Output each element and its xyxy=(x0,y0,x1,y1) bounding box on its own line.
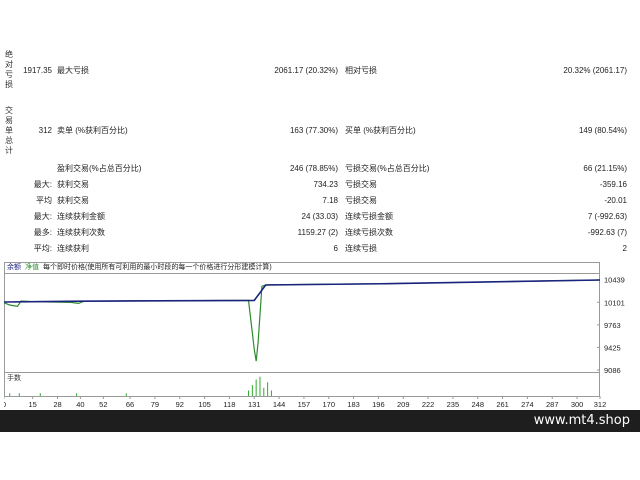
largest-label: 最大: xyxy=(33,180,52,189)
x-tick-label: 118 xyxy=(223,400,235,409)
avg-consec-losses-label: 连续亏损 xyxy=(345,244,377,253)
rel-drawdown-value: 20.32% (2061.17) xyxy=(563,66,627,75)
drawdown-group-label: 绝 对 亏 损 xyxy=(4,50,14,90)
max-consec-wins-value: 24 (33.03) xyxy=(301,212,338,221)
max-consec-wins-label: 连续获利金额 xyxy=(57,212,105,221)
x-tick-label: 28 xyxy=(53,400,61,409)
x-tick-label: 131 xyxy=(248,400,261,409)
max-drawdown-value: 2061.17 (20.32%) xyxy=(274,66,338,75)
max-consec-losses-value: 7 (-992.63) xyxy=(587,212,627,221)
trades-group-label: 交 易 单 总 计 xyxy=(4,106,14,156)
drawdown-label-char: 损 xyxy=(5,80,13,89)
avg-consec-losses-value: 2 xyxy=(622,244,627,253)
footer-bar: www.mt4.shop xyxy=(0,410,640,432)
watermark-brand: www.mt4.shop xyxy=(533,413,630,428)
y-tick-label: 10439 xyxy=(604,276,625,285)
largest-loss-value: -359.16 xyxy=(599,180,627,189)
average-loss-value: -20.01 xyxy=(604,196,627,205)
rel-drawdown-label: 相对亏损 xyxy=(345,66,377,75)
x-tick-label: 312 xyxy=(594,400,607,409)
profit-trades-value: 246 (78.85%) xyxy=(289,164,338,173)
x-tick-label: 300 xyxy=(571,400,584,409)
x-tick-label: 15 xyxy=(28,400,36,409)
avg-consec-wins-value: 6 xyxy=(333,244,338,253)
x-tick-label: 40 xyxy=(76,400,84,409)
trades-label-char: 总 xyxy=(5,136,13,145)
max-consec-losses-label: 连续亏损金额 xyxy=(345,212,393,221)
bottom-area xyxy=(0,432,640,480)
trades-label-char: 易 xyxy=(5,116,13,125)
x-tick-label: 52 xyxy=(99,400,107,409)
loss-trades-label: 亏损交易(%占总百分比) xyxy=(345,164,430,173)
volume-panel-frame xyxy=(4,372,600,397)
x-tick-label: 0 xyxy=(4,400,6,409)
short-positions-label: 卖单 (%获利百分比) xyxy=(57,126,128,135)
drawdown-label-char: 对 xyxy=(5,60,13,69)
average-profit-label: 获利交易 xyxy=(57,196,89,205)
x-tick-label: 144 xyxy=(273,400,286,409)
x-tick-label: 248 xyxy=(471,400,484,409)
largest-profit-label: 获利交易 xyxy=(57,180,89,189)
maximal-label: 最多: xyxy=(33,228,52,237)
x-tick-label: 274 xyxy=(521,400,534,409)
x-tick-label: 105 xyxy=(198,400,211,409)
drawdown-label-char: 亏 xyxy=(5,70,13,79)
largest-profit-value: 734.23 xyxy=(313,180,338,189)
x-tick-label: 79 xyxy=(151,400,159,409)
maximal-consec-loss-value: -992.63 (7) xyxy=(587,228,627,237)
average-label: 平均 xyxy=(36,196,52,205)
y-tick-label: 10101 xyxy=(604,298,625,307)
total-trades-value: 312 xyxy=(38,126,52,135)
max-consecutive-label: 最大: xyxy=(33,212,52,221)
x-tick-label: 261 xyxy=(496,400,509,409)
largest-loss-label: 亏损交易 xyxy=(345,180,377,189)
y-tick-label: 9086 xyxy=(604,366,621,375)
equity-line xyxy=(4,279,601,362)
x-tick-label: 209 xyxy=(397,400,410,409)
x-tick-label: 157 xyxy=(298,400,311,409)
maximal-consec-profit-label: 连续获利次数 xyxy=(57,228,105,237)
average-profit-value: 7.18 xyxy=(322,196,338,205)
volume-label: 手数 xyxy=(7,373,21,382)
max-drawdown-label: 最大亏损 xyxy=(57,66,89,75)
x-tick-label: 287 xyxy=(546,400,559,409)
balance-line xyxy=(4,279,601,303)
short-positions-value: 163 (77.30%) xyxy=(289,126,338,135)
y-tick-label: 9425 xyxy=(604,343,621,352)
x-tick-label: 92 xyxy=(176,400,184,409)
average-loss-label: 亏损交易 xyxy=(345,196,377,205)
x-tick-label: 183 xyxy=(347,400,360,409)
balance-chart: 手数 10439 10101 9763 9425 9086 0 15 28 40 52 66 79 92 1… xyxy=(4,273,625,409)
long-positions-value: 149 (80.54%) xyxy=(578,126,627,135)
main-panel-frame xyxy=(4,273,600,373)
x-tick-label: 66 xyxy=(126,400,134,409)
x-tick-label: 235 xyxy=(447,400,460,409)
y-tick-label: 9763 xyxy=(604,321,621,330)
abs-drawdown-value: 1917.35 xyxy=(23,66,52,75)
avg-consecutive-label: 平均: xyxy=(33,244,52,253)
drawdown-label-char: 绝 xyxy=(5,50,13,59)
trades-label-char: 计 xyxy=(5,146,13,155)
maximal-consec-loss-label: 连续亏损次数 xyxy=(345,228,393,237)
profit-trades-label: 盈利交易(%占总百分比) xyxy=(57,164,142,173)
x-tick-label: 196 xyxy=(372,400,385,409)
x-tick-label: 222 xyxy=(422,400,435,409)
long-positions-label: 买单 (%获利百分比) xyxy=(345,126,416,135)
avg-consec-wins-label: 连续获利 xyxy=(57,244,89,253)
trades-label-char: 交 xyxy=(5,106,13,115)
loss-trades-value: 66 (21.15%) xyxy=(583,164,627,173)
x-tick-label: 170 xyxy=(322,400,335,409)
maximal-consec-profit-value: 1159.27 (2) xyxy=(297,228,338,237)
trades-label-char: 单 xyxy=(5,126,13,135)
